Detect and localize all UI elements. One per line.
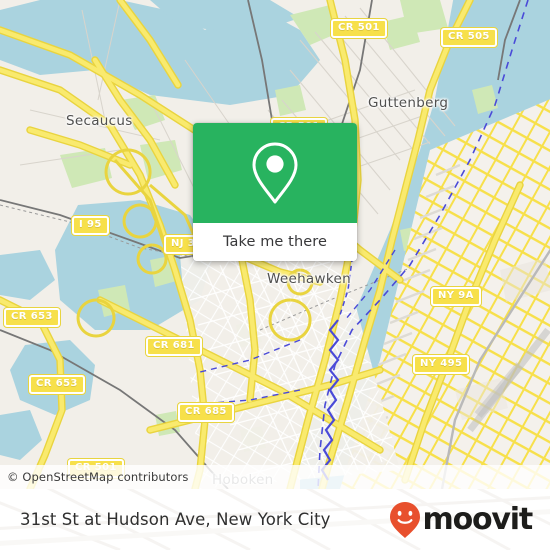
road-shield-ny495[interactable]: NY 495 [413,355,470,374]
map-pin-icon [252,142,298,204]
map-viewport[interactable]: Secaucus Guttenberg Weehawken Hoboken CR… [0,0,550,489]
take-me-there-label: Take me there [222,234,328,250]
road-shield-cr685[interactable]: CR 685 [178,403,234,422]
road-shield-cr501-north[interactable]: CR 501 [331,19,387,38]
osm-attribution-text[interactable]: © OpenStreetMap contributors [7,470,188,484]
road-shield-cr653-south[interactable]: CR 653 [29,375,85,394]
location-title: 31st St at Hudson Ave, New York City [20,510,331,529]
promo-card-hero [193,123,357,223]
map-screenshot: Secaucus Guttenberg Weehawken Hoboken CR… [0,0,550,550]
moovit-wordmark: moovit [422,501,534,537]
moovit-logo[interactable]: moovit [389,501,534,539]
road-shield-i95[interactable]: I 95 [72,216,109,235]
bottom-info-bar: 31st St at Hudson Ave, New York City moo… [0,489,550,550]
road-shield-cr681[interactable]: CR 681 [146,337,202,356]
map-attribution: © OpenStreetMap contributors [0,465,550,489]
moovit-pin-smiley-icon [389,501,420,538]
promo-card-footer[interactable]: Take me there [193,223,357,261]
road-shield-cr505[interactable]: CR 505 [441,28,497,47]
road-shield-ny9a[interactable]: NY 9A [431,287,481,306]
road-shield-cr653-north[interactable]: CR 653 [4,308,60,327]
take-me-there-card[interactable]: Take me there [193,123,357,261]
